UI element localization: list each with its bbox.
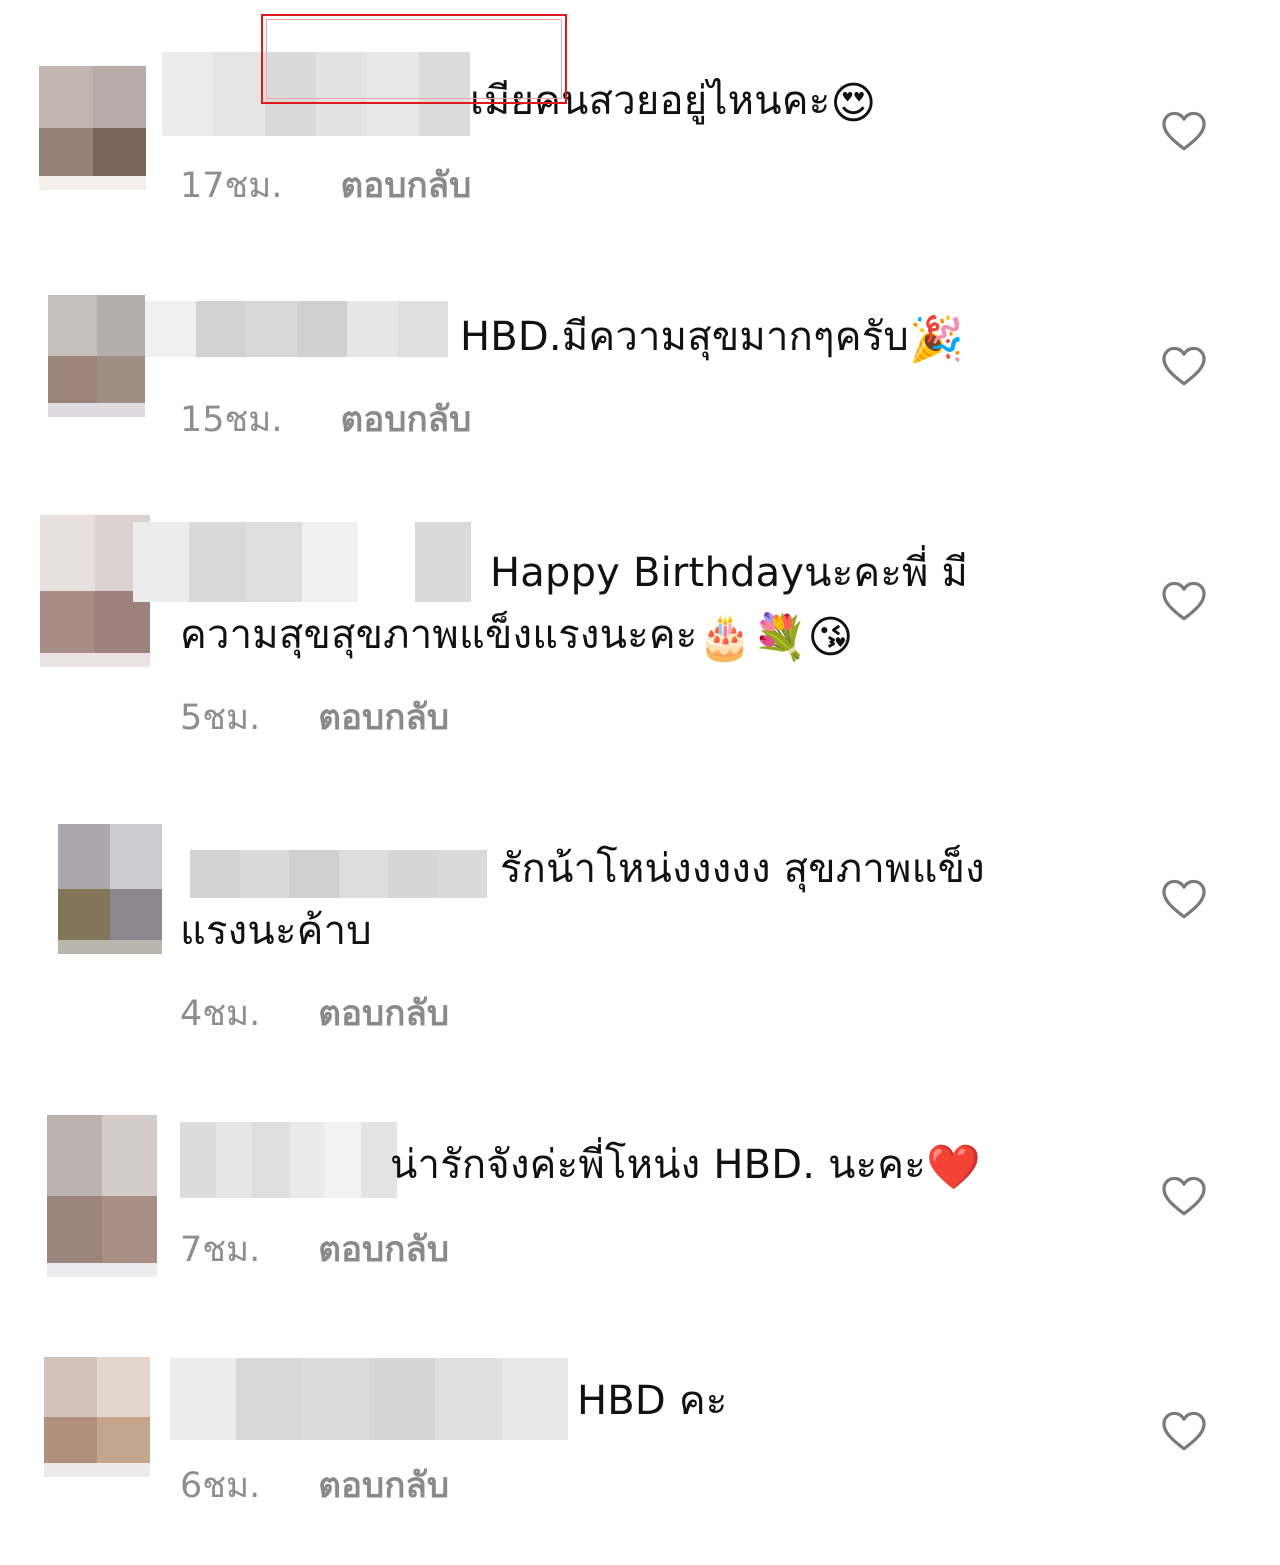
avatar-pixel [102, 1115, 157, 1196]
comment-meta: 7ชม. ตอบกลับ [180, 1222, 449, 1277]
blur-block [302, 1358, 369, 1440]
comment-time: 7ชม. [180, 1230, 261, 1270]
avatar-pixel [47, 1115, 102, 1196]
avatar-pixel [58, 824, 110, 889]
comment-text-line-1: รักน้าโหน่งงงงง สุขภาพแข็ง [500, 846, 985, 892]
blur-block [133, 522, 190, 602]
avatar-pixel [96, 295, 145, 356]
blur-block [289, 850, 339, 898]
avatar-pixel [97, 1357, 150, 1417]
reply-button[interactable]: ตอบกลับ [341, 400, 472, 440]
avatar-pixel [48, 295, 97, 356]
heart-outline-icon[interactable] [1161, 345, 1207, 387]
blur-block [213, 52, 265, 136]
blur-block [145, 301, 196, 357]
comment-emojis: ❤️ [925, 1142, 981, 1193]
blur-block [288, 1122, 325, 1198]
comment-meta: 6ชม. ตอบกลับ [180, 1458, 449, 1513]
comment-time: 4ชม. [180, 994, 261, 1034]
blur-block [296, 301, 347, 357]
comment-time: 6ชม. [180, 1466, 261, 1506]
blur-block [252, 1122, 289, 1198]
blur-block [501, 1358, 568, 1440]
comment-emojis: 🎂💐😘 [697, 612, 854, 663]
blur-block [236, 1358, 303, 1440]
blur-block [189, 522, 246, 602]
comment-meta: 4ชม. ตอบกลับ [180, 986, 449, 1041]
avatar-edge [40, 653, 150, 667]
avatar-pixel [39, 66, 93, 128]
comment-text: HBD.มีความสุขมากๆครับ🎉 [460, 314, 964, 365]
avatar-pixel [92, 66, 146, 128]
comment-text: น่ารักจังค่ะพี่โหน่ง HBD. นะคะ❤️ [390, 1142, 981, 1193]
blur-block [245, 522, 302, 602]
avatar[interactable] [39, 66, 146, 190]
blur-block [388, 850, 438, 898]
blur-block [358, 522, 415, 602]
blur-block [324, 1122, 361, 1198]
blur-block [170, 1358, 237, 1440]
blur-block [239, 850, 289, 898]
comment-meta: 17ชม. ตอบกลับ [180, 158, 471, 213]
reply-button[interactable]: ตอบกลับ [318, 1466, 449, 1506]
avatar[interactable] [58, 824, 162, 954]
comment-meta: 5ชม. ตอบกลับ [180, 690, 449, 745]
avatar[interactable] [44, 1357, 150, 1477]
blur-block [246, 301, 297, 357]
blur-block [435, 1358, 502, 1440]
username-blurred[interactable] [133, 522, 471, 602]
reply-button[interactable]: ตอบกลับ [341, 166, 472, 206]
avatar-pixel [110, 824, 162, 889]
blur-block [190, 850, 240, 898]
avatar[interactable] [48, 295, 145, 417]
blur-block [414, 522, 471, 602]
comment-text-line-2: ความสุขสุขภาพแข็งแรงนะคะ🎂💐😘 [180, 612, 854, 663]
avatar-edge [39, 176, 146, 190]
avatar-edge [44, 1463, 150, 1477]
blur-block [162, 52, 214, 136]
heart-outline-icon[interactable] [1161, 110, 1207, 152]
blur-block [347, 301, 398, 357]
comment-time: 15ชม. [180, 400, 283, 440]
comment-time: 5ชม. [180, 698, 261, 738]
avatar-pixel [40, 515, 95, 591]
reply-button[interactable]: ตอบกลับ [318, 698, 449, 738]
reply-button[interactable]: ตอบกลับ [318, 1230, 449, 1270]
username-blurred[interactable] [190, 850, 487, 898]
blur-block [437, 850, 487, 898]
reply-button[interactable]: ตอบกลับ [318, 994, 449, 1034]
avatar-edge [58, 940, 162, 954]
heart-outline-icon[interactable] [1161, 878, 1207, 920]
avatar-edge [47, 1263, 157, 1277]
blur-block [338, 850, 388, 898]
comment-emojis: 🎉 [908, 314, 964, 365]
avatar-pixel [44, 1357, 97, 1417]
heart-outline-icon[interactable] [1161, 580, 1207, 622]
avatar-edge [48, 403, 145, 417]
heart-outline-icon[interactable] [1161, 1175, 1207, 1217]
blur-block [368, 1358, 436, 1440]
comment-text-line-2: แรงนะค้าบ [180, 908, 372, 954]
blur-block [180, 1122, 217, 1198]
highlight-box [261, 14, 567, 104]
comment-text-line-1: Happy Birthdayนะคะพี่ มี [490, 550, 969, 596]
comment-text: HBD คะ [577, 1378, 728, 1424]
comment-emojis: 😍 [830, 78, 877, 129]
username-blurred[interactable] [170, 1358, 568, 1440]
blur-block [216, 1122, 253, 1198]
blur-block [301, 522, 359, 602]
avatar[interactable] [47, 1115, 157, 1277]
comment-time: 17ชม. [180, 166, 283, 206]
blur-block [397, 301, 448, 357]
comment-meta: 15ชม. ตอบกลับ [180, 392, 471, 447]
username-blurred[interactable] [145, 301, 448, 357]
blur-block [195, 301, 246, 357]
username-blurred[interactable] [180, 1122, 397, 1198]
heart-outline-icon[interactable] [1161, 1410, 1207, 1452]
